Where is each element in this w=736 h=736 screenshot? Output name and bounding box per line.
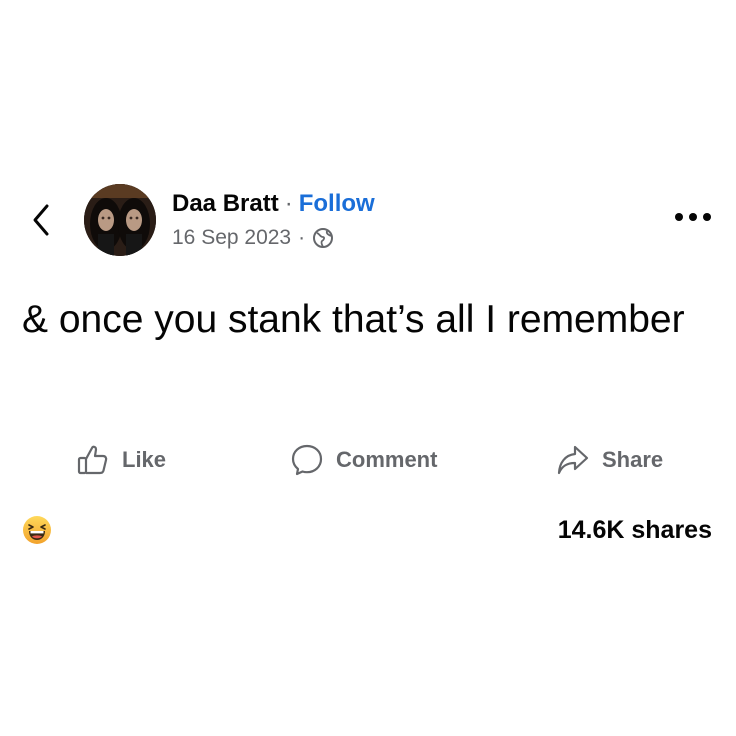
share-label: Share: [602, 447, 664, 472]
share-button[interactable]: Share: [556, 440, 663, 480]
more-icon: [675, 213, 711, 221]
more-options-button[interactable]: [673, 205, 713, 229]
follow-button[interactable]: Follow: [299, 190, 375, 217]
laughing-emoji-icon[interactable]: [22, 515, 52, 545]
like-button[interactable]: Like: [76, 440, 166, 480]
comment-icon: [291, 444, 323, 476]
back-button[interactable]: [28, 200, 54, 240]
action-bar: Like Comment Share: [0, 440, 736, 480]
like-label: Like: [122, 447, 167, 472]
separator-dot: ·: [284, 190, 293, 217]
shares-count[interactable]: 14.6K shares: [558, 514, 712, 546]
author-line: Daa Bratt · Follow: [172, 188, 375, 220]
thumbs-up-icon: [77, 445, 108, 475]
separator-dot: ·: [298, 226, 306, 249]
globe-icon: [313, 228, 334, 248]
post-meta: 16 Sep 2023 ·: [172, 224, 334, 252]
author-name[interactable]: Daa Bratt: [172, 190, 279, 217]
comment-label: Comment: [336, 447, 438, 472]
avatar-image: [84, 184, 156, 256]
share-icon: [557, 445, 589, 475]
avatar[interactable]: [84, 184, 156, 256]
post-text: & once you stank that’s all I remember: [22, 298, 685, 341]
comment-button[interactable]: Comment: [290, 440, 437, 480]
chevron-left-icon: [33, 204, 49, 236]
post-date[interactable]: 16 Sep 2023: [172, 224, 291, 252]
